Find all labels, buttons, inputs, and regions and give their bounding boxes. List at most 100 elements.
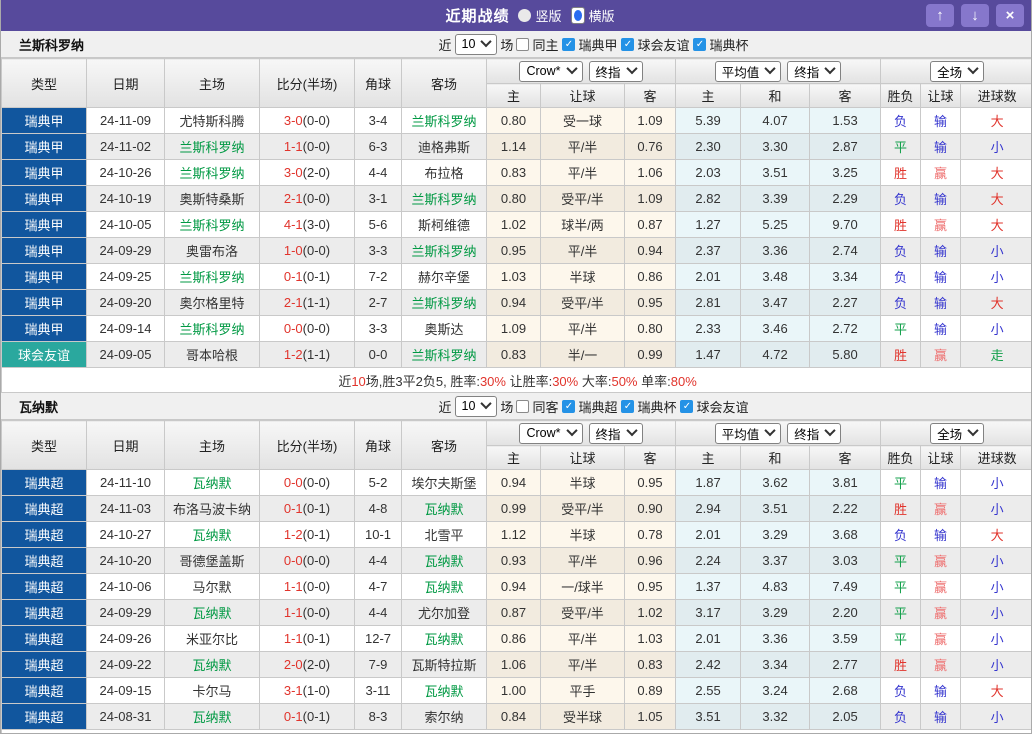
match-row: 瑞典超24-10-27瓦纳默1-2(0-1)10-1北雪平1.12半球0.782… (2, 522, 1032, 548)
away-team-cell: 迪格弗斯 (402, 134, 487, 160)
layout-option-vertical[interactable]: 竖版 (518, 6, 561, 25)
final-odds-select[interactable]: 终指 (787, 61, 841, 82)
away-team-cell: 北雪平 (402, 522, 487, 548)
handicap-cell: 半球 (541, 264, 625, 290)
average-select[interactable]: 平均值 (715, 423, 782, 444)
away-team-cell: 瓦纳默 (402, 548, 487, 574)
odds-source-select[interactable]: Crow* (519, 61, 582, 82)
odds-home-cell: 0.86 (487, 626, 541, 652)
horizontal-radio-icon[interactable] (571, 7, 585, 24)
full-time-score: 3-1 (284, 683, 303, 698)
same-venue-label: 同客 (532, 397, 558, 416)
league-checkbox[interactable]: ✓ (621, 38, 634, 51)
league-type-cell: 瑞典甲 (2, 238, 87, 264)
summary-text: 10 (351, 374, 365, 389)
half-time-score: (1-1) (303, 347, 330, 362)
league-checkbox[interactable]: ✓ (693, 38, 706, 51)
score-cell: 0-0(0-0) (260, 548, 355, 574)
recent-count-select[interactable]: 10 (455, 34, 498, 55)
final-odds-select[interactable]: 终指 (787, 423, 841, 444)
result-cell: 平 (881, 316, 921, 342)
close-button[interactable]: × (996, 4, 1024, 27)
odds-source-select[interactable]: Crow* (519, 423, 582, 444)
league-checkbox[interactable]: ✓ (562, 400, 575, 413)
goals-result-cell: 小 (961, 600, 1032, 626)
avg-draw-cell: 3.51 (741, 160, 810, 186)
score-cell: 2-1(1-1) (260, 290, 355, 316)
recent-count-select[interactable]: 10 (455, 396, 498, 417)
goals-result-cell: 大 (961, 678, 1032, 704)
vertical-radio-icon[interactable] (518, 9, 531, 22)
avg-draw-cell: 3.30 (741, 134, 810, 160)
summary-cell: 近10场,胜3平2负5, 胜率:30% 让胜率:30% 大率:50% 单率:80… (2, 368, 1032, 393)
goals-result-cell: 小 (961, 652, 1032, 678)
match-row: 瑞典甲24-10-05兰斯科罗纳4-1(3-0)5-6斯柯维德1.02球半/两0… (2, 212, 1032, 238)
column-header: 日期 (87, 421, 165, 470)
near-label: 近 (439, 397, 452, 416)
final-odds-select[interactable]: 终指 (589, 423, 643, 444)
half-time-score: (0-0) (303, 243, 330, 258)
date-cell: 24-10-06 (87, 574, 165, 600)
full-time-score: 1-2 (284, 347, 303, 362)
average-select[interactable]: 平均值 (715, 61, 782, 82)
corner-cell: 4-4 (355, 600, 402, 626)
summary-text: 30% (552, 374, 578, 389)
league-checkbox[interactable]: ✓ (562, 38, 575, 51)
chevron-down-icon (626, 63, 637, 74)
odds-home-cell: 0.94 (487, 470, 541, 496)
final-odds-select[interactable]: 终指 (589, 61, 643, 82)
summary-row: 近10场,胜2平5负3, 胜率:20% 让胜率:60% 大率:20% 单率:30… (2, 730, 1032, 734)
full-time-score: 1-0 (284, 243, 303, 258)
result-cell: 负 (881, 186, 921, 212)
league-checkbox[interactable]: ✓ (621, 400, 634, 413)
column-header: 类型 (2, 59, 87, 108)
summary-cell: 近10场,胜2平5负3, 胜率:20% 让胜率:60% 大率:20% 单率:30… (2, 730, 1032, 734)
handicap-cell: 受平/半 (541, 496, 625, 522)
half-time-score: (0-0) (303, 579, 330, 594)
same-venue-checkbox[interactable] (516, 400, 529, 413)
league-type-cell: 瑞典超 (2, 496, 87, 522)
score-cell: 3-0(0-0) (260, 108, 355, 134)
avg-draw-cell: 4.72 (741, 342, 810, 368)
column-header: 主场 (165, 421, 260, 470)
handicap-result-cell: 输 (921, 470, 961, 496)
summary-text: 让胜率: (506, 374, 552, 389)
avg-away-cell: 2.20 (810, 600, 881, 626)
full-time-score: 0-1 (284, 501, 303, 516)
corner-cell: 3-4 (355, 108, 402, 134)
sub-column-header: 客 (810, 446, 881, 470)
layout-option-horizontal[interactable]: 横版 (571, 6, 615, 25)
avg-draw-cell: 3.62 (741, 470, 810, 496)
avg-away-cell: 1.53 (810, 108, 881, 134)
goals-result-cell: 大 (961, 212, 1032, 238)
score-cell: 1-1(0-0) (260, 600, 355, 626)
tables-container: 兰斯科罗纳近10场同主✓瑞典甲✓球会友谊✓瑞典杯类型日期主场比分(半场)角球客场… (1, 31, 1031, 734)
scroll-up-button[interactable]: ↑ (926, 4, 954, 27)
results-table: 类型日期主场比分(半场)角球客场Crow*终指平均值终指全场主让球客主和客胜负让… (1, 58, 1032, 393)
chevron-down-icon (626, 425, 637, 436)
home-team-cell: 哥本哈根 (165, 342, 260, 368)
date-cell: 24-11-10 (87, 470, 165, 496)
full-match-select[interactable]: 全场 (930, 423, 984, 444)
handicap-result-cell: 输 (921, 134, 961, 160)
score-cell: 2-1(0-0) (260, 186, 355, 212)
home-team-cell: 瓦纳默 (165, 522, 260, 548)
half-time-score: (2-0) (303, 657, 330, 672)
date-cell: 24-11-03 (87, 496, 165, 522)
league-checkbox[interactable]: ✓ (680, 400, 693, 413)
same-venue-checkbox[interactable] (516, 38, 529, 51)
scroll-down-button[interactable]: ↓ (961, 4, 989, 27)
full-match-select[interactable]: 全场 (930, 61, 984, 82)
match-row: 瑞典甲24-09-25兰斯科罗纳0-1(0-1)7-2赫尔辛堡1.03半球0.8… (2, 264, 1032, 290)
home-team-cell: 奥尔格里特 (165, 290, 260, 316)
home-team-cell: 兰斯科罗纳 (165, 212, 260, 238)
handicap-result-cell: 输 (921, 264, 961, 290)
avg-draw-cell: 3.29 (741, 522, 810, 548)
odds-home-cell: 1.12 (487, 522, 541, 548)
goals-result-cell: 大 (961, 186, 1032, 212)
odds-home-cell: 0.93 (487, 548, 541, 574)
home-team-cell: 尤特斯科腾 (165, 108, 260, 134)
score-cell: 2-0(2-0) (260, 652, 355, 678)
league-type-cell: 瑞典超 (2, 652, 87, 678)
sub-column-header: 和 (741, 84, 810, 108)
